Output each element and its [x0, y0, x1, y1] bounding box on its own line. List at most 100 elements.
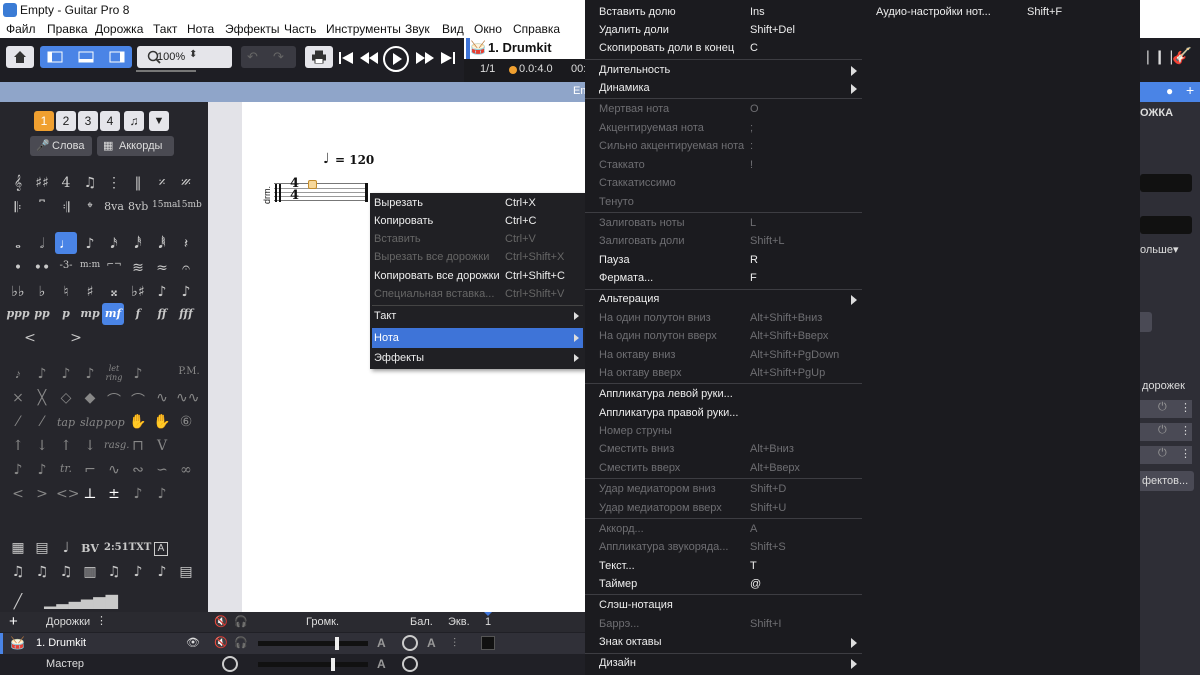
note-slash-notation[interactable]: Слэш-нотация: [585, 597, 862, 615]
ottava-15ma[interactable]: 15ma: [152, 200, 177, 210]
coda-icon[interactable]: 𝄌: [80, 200, 100, 216]
note-right-fingering[interactable]: Аппликатура правой руки...: [585, 405, 862, 423]
inspector-field-1[interactable]: [1140, 174, 1192, 192]
note-left-fingering[interactable]: Аппликатура левой руки...: [585, 386, 862, 404]
hammer-on-icon[interactable]: ⁄: [32, 414, 52, 430]
barline-icon[interactable]: ⋮: [104, 175, 124, 191]
tracks-options-icon[interactable]: ⋮: [96, 614, 107, 627]
menu-track[interactable]: Дорожка: [95, 22, 143, 36]
string-number-icon[interactable]: ⑥: [176, 414, 196, 430]
flat-icon[interactable]: ♭: [32, 284, 52, 300]
ghost-note-icon[interactable]: ♪: [32, 366, 52, 382]
eq-sliders-icon[interactable]: ⫶: [453, 636, 456, 651]
rasgueado-label[interactable]: rasg.: [104, 440, 129, 451]
ctx-copy[interactable]: Копировать Ctrl+C: [372, 212, 583, 230]
home-button[interactable]: [6, 46, 34, 68]
note-delete-beats[interactable]: Удалить доли Shift+Del: [585, 22, 862, 40]
ctx-copy-all-tracks[interactable]: Копировать все дорожки Ctrl+Shift+C: [372, 267, 583, 285]
skip-start-icon[interactable]: [338, 50, 354, 66]
panel-left-icon[interactable]: [47, 51, 63, 63]
audio-note-settings[interactable]: Аудио-настройки нот... Shift+F: [862, 0, 1140, 22]
master-pan-knob[interactable]: [222, 656, 238, 672]
row-options-icon[interactable]: ⋮: [1180, 424, 1191, 437]
half-note-icon[interactable]: 𝅗𝅥: [32, 236, 52, 252]
inspector-field-2[interactable]: [1140, 216, 1192, 234]
row-options-icon[interactable]: ⋮: [1180, 401, 1191, 414]
x-note-icon[interactable]: ╳: [32, 390, 52, 406]
voice-link-icon[interactable]: ♫: [124, 111, 144, 131]
barre-label[interactable]: BV: [80, 542, 100, 555]
power-icon[interactable]: ⏻: [1158, 424, 1167, 437]
accidental-up-icon[interactable]: ♪: [152, 284, 172, 300]
double-sharp-icon[interactable]: 𝄪: [104, 284, 124, 300]
whole-note-icon[interactable]: 𝅝: [8, 236, 28, 252]
auto-icon[interactable]: ♫: [8, 564, 28, 580]
alternate-ending-icon[interactable]: ⎴: [32, 200, 52, 216]
note-timer[interactable]: Таймер @: [585, 576, 862, 594]
slap-label[interactable]: slap: [80, 416, 103, 429]
panel-bottom-icon[interactable]: [78, 51, 94, 63]
crescendo-icon[interactable]: <: [12, 330, 48, 346]
zoom-slider[interactable]: [136, 70, 196, 72]
undo-icon[interactable]: ↶: [247, 49, 258, 65]
mute-all-icon[interactable]: 🔇: [214, 615, 228, 628]
fast-forward-icon[interactable]: [415, 50, 435, 66]
note-rest[interactable]: Пауза R: [585, 252, 862, 270]
treble-clef-icon[interactable]: 𝄞: [8, 175, 28, 191]
voice-4-button[interactable]: 4: [100, 111, 120, 131]
rest-icon[interactable]: 𝄽: [176, 236, 196, 252]
note-accidental-submenu[interactable]: Альтерация: [585, 291, 862, 309]
stem-down-icon[interactable]: ♪: [152, 564, 172, 580]
dynamic-fff[interactable]: fff: [176, 307, 196, 320]
staccato-icon[interactable]: ♪: [128, 366, 148, 382]
voice-2-button[interactable]: 2: [56, 111, 76, 131]
multi-rest-icon[interactable]: ▁▂▃▄▅▆: [36, 590, 126, 609]
key-signature-icon[interactable]: ♯♯: [32, 175, 52, 191]
rewind-icon[interactable]: [359, 50, 379, 66]
tap-label[interactable]: tap: [56, 416, 76, 429]
tuplet-icon[interactable]: ♫: [80, 175, 100, 191]
dynamic-ppp[interactable]: ppp: [6, 307, 30, 320]
dynamic-ff[interactable]: ff: [152, 307, 172, 320]
arrow-up-icon[interactable]: ↑: [8, 438, 28, 454]
beam-grid-icon[interactable]: ▥: [80, 564, 100, 580]
dynamic-f[interactable]: f: [128, 307, 148, 320]
play-icon[interactable]: [383, 46, 409, 72]
inspector-button-partial[interactable]: [1140, 312, 1152, 332]
note-text[interactable]: Текст... T: [585, 558, 862, 576]
menu-note[interactable]: Нота: [187, 22, 214, 36]
accidental-combo-icon[interactable]: ♭♯: [128, 284, 148, 300]
dynamic-mf[interactable]: mf: [102, 303, 124, 325]
beam-icon[interactable]: ♫: [32, 564, 52, 580]
tuplet-bracket-icon[interactable]: ⌐¬: [104, 260, 124, 270]
note-design-submenu[interactable]: Дизайн: [585, 655, 862, 673]
pick-stroke-up-icon[interactable]: V: [152, 438, 172, 454]
trill-icon[interactable]: ♪: [8, 462, 28, 478]
power-icon[interactable]: ⏻: [1158, 447, 1167, 460]
ctx-cut[interactable]: Вырезать Ctrl+X: [372, 194, 583, 212]
menu-section[interactable]: Часть: [284, 22, 316, 36]
menu-bar[interactable]: Такт: [153, 22, 177, 36]
dotted-icon[interactable]: •: [8, 260, 28, 276]
solo-all-icon[interactable]: 🎧: [234, 615, 248, 628]
fade-out-icon[interactable]: ±: [104, 486, 124, 502]
add-track-icon[interactable]: +: [9, 613, 18, 630]
accent-icon[interactable]: ♪: [56, 366, 76, 382]
ottava-8vb[interactable]: 8vb: [128, 200, 148, 213]
master-volume-slider[interactable]: [258, 658, 368, 671]
ctx-note-submenu[interactable]: Нота: [372, 328, 583, 348]
wide-vibrato-icon[interactable]: ∿∿: [176, 390, 199, 406]
dynamic-pp[interactable]: pp: [32, 307, 52, 320]
balance-knob[interactable]: [402, 635, 418, 651]
tapping-icon[interactable]: ⁄: [8, 414, 28, 430]
master-automation-icon[interactable]: A: [377, 657, 386, 671]
menu-window[interactable]: Окно: [474, 22, 502, 36]
inspector-dot-icon[interactable]: ●: [1166, 84, 1173, 98]
tempo-marking[interactable]: = 120: [335, 153, 374, 167]
zoom-control[interactable]: 100% ⬍: [137, 46, 232, 68]
beam-break-icon[interactable]: ♫: [56, 564, 76, 580]
tremolo-icon[interactable]: ≋: [128, 260, 148, 276]
sixty-fourth-note-icon[interactable]: 𝅘𝅥𝅱: [152, 236, 172, 252]
whammy-dip-icon[interactable]: ∾: [128, 462, 148, 478]
menu-edit[interactable]: Правка: [47, 22, 88, 36]
